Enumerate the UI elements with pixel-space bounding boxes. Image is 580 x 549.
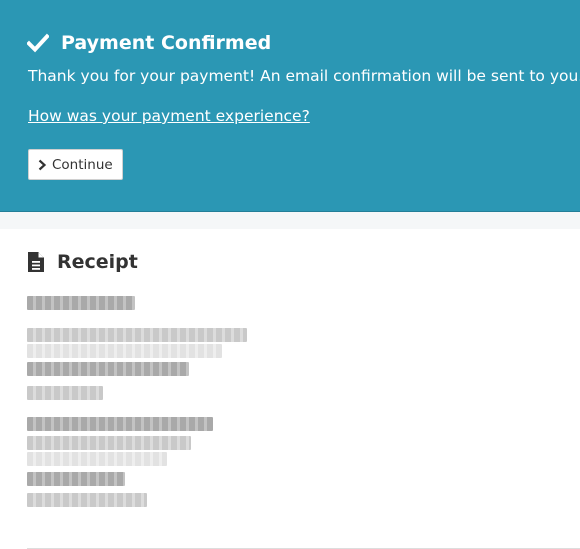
confirmation-heading: Payment Confirmed xyxy=(27,32,271,54)
confirmation-title: Payment Confirmed xyxy=(61,32,272,54)
redacted-line xyxy=(27,296,135,310)
redacted-line xyxy=(27,452,167,466)
payment-feedback-link[interactable]: How was your payment experience? xyxy=(28,107,310,125)
redacted-line xyxy=(27,386,103,400)
redacted-line xyxy=(27,472,125,486)
redacted-line xyxy=(27,362,189,376)
redacted-line xyxy=(27,328,247,342)
receipt-title: Receipt xyxy=(57,251,138,273)
document-icon xyxy=(27,251,45,273)
confirmation-banner: Payment Confirmed Thank you for your pay… xyxy=(0,0,580,212)
redacted-line xyxy=(27,436,191,450)
redacted-line xyxy=(27,493,147,507)
receipt-heading: Receipt xyxy=(27,251,138,273)
checkmark-icon xyxy=(27,32,49,54)
redacted-line xyxy=(27,344,222,358)
confirmation-message: Thank you for your payment! An email con… xyxy=(28,67,580,85)
continue-label: Continue xyxy=(52,156,113,173)
section-separator xyxy=(0,212,580,229)
continue-button[interactable]: Continue xyxy=(28,149,123,180)
chevron-right-icon xyxy=(37,159,47,171)
redacted-line xyxy=(27,417,213,431)
